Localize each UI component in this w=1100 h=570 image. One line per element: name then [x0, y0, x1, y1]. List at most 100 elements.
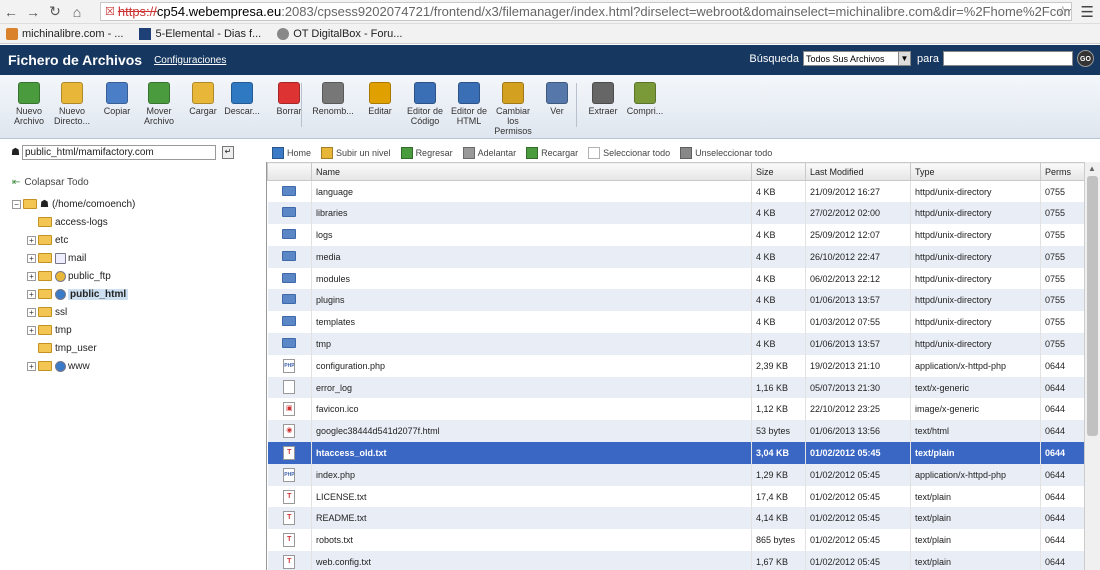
tree-item-public-ftp[interactable]: + public_ftp	[12, 267, 135, 285]
toolbar-button-code-editor[interactable]: Editor de Código	[402, 82, 448, 126]
cell-name[interactable]: logs	[311, 224, 752, 246]
table-row[interactable]: logs 4 KB 25/09/2012 12:07 httpd/unix-direc…	[267, 224, 1084, 246]
table-row[interactable]: Tweb.config.txt 1,67 KB 01/02/2012 05:45 te…	[267, 551, 1084, 570]
expand-toggle[interactable]: +	[27, 235, 36, 245]
bookmark-item[interactable]: michinalibre.com - ...	[6, 27, 123, 40]
nav-reload-button[interactable]: Recargar	[526, 147, 578, 159]
tree-item-public-html[interactable]: + public_html	[12, 285, 135, 303]
toolbar-button-download[interactable]: Descar...	[219, 82, 265, 116]
col-modified-header[interactable]: Last Modified	[805, 162, 911, 181]
search-scope-select[interactable]: Todos Sus Archivos ▼	[802, 51, 911, 66]
tree-item-tmp-user[interactable]: tmp_user	[12, 339, 135, 357]
nav-back-button[interactable]: Regresar	[400, 147, 453, 159]
cell-name[interactable]: robots.txt	[311, 529, 752, 552]
cell-name[interactable]: language	[311, 180, 752, 203]
tree-item-www[interactable]: + www	[12, 357, 135, 375]
table-row[interactable]: ◉ googlec38444d541d2077f.html 53 bytes 01/0…	[267, 420, 1084, 443]
nav-up-level-button[interactable]: Subir un nivel	[321, 147, 391, 159]
tree-item-mail[interactable]: + mail	[12, 249, 135, 267]
forward-arrow-icon[interactable]: →	[22, 4, 44, 20]
go-button[interactable]: GO	[1077, 50, 1094, 67]
scroll-thumb[interactable]	[1087, 176, 1098, 436]
reload-icon[interactable]: ↻	[44, 3, 66, 20]
cell-name[interactable]: web.config.txt	[311, 551, 752, 570]
tree-item-tmp[interactable]: + tmp	[12, 321, 135, 339]
toolbar-button-edit[interactable]: Editar	[357, 82, 403, 116]
toolbar-button-move[interactable]: Mover Archivo	[136, 82, 182, 126]
menu-icon[interactable]: ☰	[1081, 3, 1094, 21]
path-go-button[interactable]: ↵	[221, 146, 234, 159]
toolbar-button-delete[interactable]: Borrar	[266, 82, 312, 116]
tree-root[interactable]: − ☗ (/home/comoench)	[12, 195, 135, 213]
cell-name[interactable]: templates	[311, 311, 752, 334]
toolbar-button-permissions[interactable]: Cambiar los Permisos	[490, 82, 536, 136]
toolbar-button-copy[interactable]: Copiar	[94, 82, 140, 116]
collapse-toggle[interactable]: −	[12, 199, 21, 209]
collapse-all-link[interactable]: ⇤ Colapsar Todo	[12, 177, 89, 188]
table-row[interactable]: templates 4 KB 01/03/2012 07:55 httpd/unix-…	[267, 311, 1084, 334]
cell-name[interactable]: index.php	[311, 463, 752, 486]
table-row[interactable]: modules 4 KB 06/02/2013 22:12 httpd/unix-di…	[267, 267, 1084, 290]
cell-name[interactable]: googlec38444d541d2077f.html	[311, 420, 752, 443]
cell-name[interactable]: libraries	[311, 202, 752, 225]
toolbar-button-html-editor[interactable]: Editor de HTML	[446, 82, 492, 126]
nav-forward-button[interactable]: Adelantar	[462, 147, 516, 159]
scroll-up-icon[interactable]: ▲	[1088, 164, 1096, 173]
nav-unselect-all-button[interactable]: Unseleccionar todo	[680, 147, 772, 159]
expand-toggle[interactable]: +	[27, 307, 36, 317]
col-type-header[interactable]: Type	[910, 162, 1041, 181]
expand-toggle[interactable]: +	[27, 361, 36, 371]
back-arrow-icon[interactable]: ←	[0, 4, 22, 20]
cell-name[interactable]: tmp	[311, 333, 752, 355]
settings-link[interactable]: Configuraciones	[154, 55, 226, 66]
bookmark-item[interactable]: 5-Elemental - Dias f...	[139, 27, 261, 40]
expand-toggle[interactable]: +	[27, 325, 36, 335]
table-row[interactable]: T README.txt 4,14 KB 01/02/2012 05:45 text/p…	[267, 507, 1084, 530]
toolbar-button-new-folder[interactable]: Nuevo Directo...	[49, 82, 95, 126]
cell-name[interactable]: media	[311, 245, 752, 268]
table-row[interactable]: Thtaccess_old.txt 3,04 KB 01/02/2012 05:45…	[267, 442, 1084, 464]
cell-name[interactable]: modules	[311, 267, 752, 290]
search-input[interactable]	[943, 51, 1073, 66]
toolbar-button-new-file[interactable]: Nuevo Archivo	[6, 82, 52, 126]
table-row[interactable]: tmp 4 KB 01/06/2013 13:57 httpd/unix-direct…	[267, 333, 1084, 355]
cell-name[interactable]: htaccess_old.txt	[311, 442, 752, 464]
tree-item-ssl[interactable]: + ssl	[12, 303, 135, 321]
table-row[interactable]: Trobots.txt 865 bytes 01/02/2012 05:45 text…	[267, 529, 1084, 552]
cell-name[interactable]: README.txt	[311, 507, 752, 530]
col-perms-header[interactable]: Perms	[1040, 162, 1084, 181]
cell-name[interactable]: configuration.php	[311, 354, 752, 377]
table-row[interactable]: language 4 KB 21/09/2012 16:27 httpd/unix-d…	[267, 180, 1084, 203]
expand-toggle[interactable]: +	[27, 271, 36, 281]
expand-toggle[interactable]: +	[27, 253, 36, 263]
cell-name[interactable]: error_log	[311, 376, 752, 399]
col-size-header[interactable]: Size	[751, 162, 806, 181]
bookmark-star-icon[interactable]: ☆	[1056, 3, 1069, 20]
nav-select-all-button[interactable]: Seleccionar todo	[588, 147, 670, 159]
expand-toggle[interactable]: +	[27, 289, 36, 299]
cell-name[interactable]: favicon.ico	[311, 398, 752, 421]
table-row[interactable]: libraries 4 KB 27/02/2012 02:00 httpd/unix-…	[267, 202, 1084, 225]
toolbar-button-compress[interactable]: Compri...	[622, 82, 668, 116]
tree-item-etc[interactable]: + etc	[12, 231, 135, 249]
table-row[interactable]: ▣ favicon.ico 1,12 KB 22/10/2012 23:25 image…	[267, 398, 1084, 421]
nav-home-button[interactable]: Home	[272, 147, 311, 159]
table-row[interactable]: T LICENSE.txt 17,4 KB 01/02/2012 05:45 text/…	[267, 485, 1084, 508]
table-row[interactable]: PHP configuration.php 2,39 KB 19/02/2013 21…	[267, 354, 1084, 377]
col-name-header[interactable]: Name	[311, 162, 752, 181]
table-row[interactable]: plugins 4 KB 01/06/2013 13:57 httpd/unix-di…	[267, 289, 1084, 312]
cell-name[interactable]: LICENSE.txt	[311, 485, 752, 508]
path-input[interactable]: public_html/mamifactory.com	[21, 145, 216, 160]
toolbar-button-view[interactable]: Ver	[534, 82, 580, 116]
url-field[interactable]: ☒ https:// cp54.webempresa.eu :2083/cpse…	[100, 2, 1072, 21]
tree-item-access-logs[interactable]: access-logs	[12, 213, 135, 231]
cell-name[interactable]: plugins	[311, 289, 752, 312]
home-icon[interactable]: ⌂	[66, 4, 88, 20]
table-row[interactable]: error_log 1,16 KB 05/07/2013 21:30 text/x-g…	[267, 376, 1084, 399]
table-row[interactable]: media 4 KB 26/10/2012 22:47 httpd/unix-dire…	[267, 245, 1084, 268]
bookmark-item[interactable]: OT DigitalBox - Foru...	[277, 27, 402, 40]
table-row[interactable]: PHP index.php 1,29 KB 01/02/2012 05:45 appli…	[267, 463, 1084, 486]
toolbar-button-extract[interactable]: Extraer	[580, 82, 626, 116]
toolbar-button-rename[interactable]: Renomb...	[310, 82, 356, 116]
scrollbar[interactable]: ▲	[1084, 162, 1100, 570]
